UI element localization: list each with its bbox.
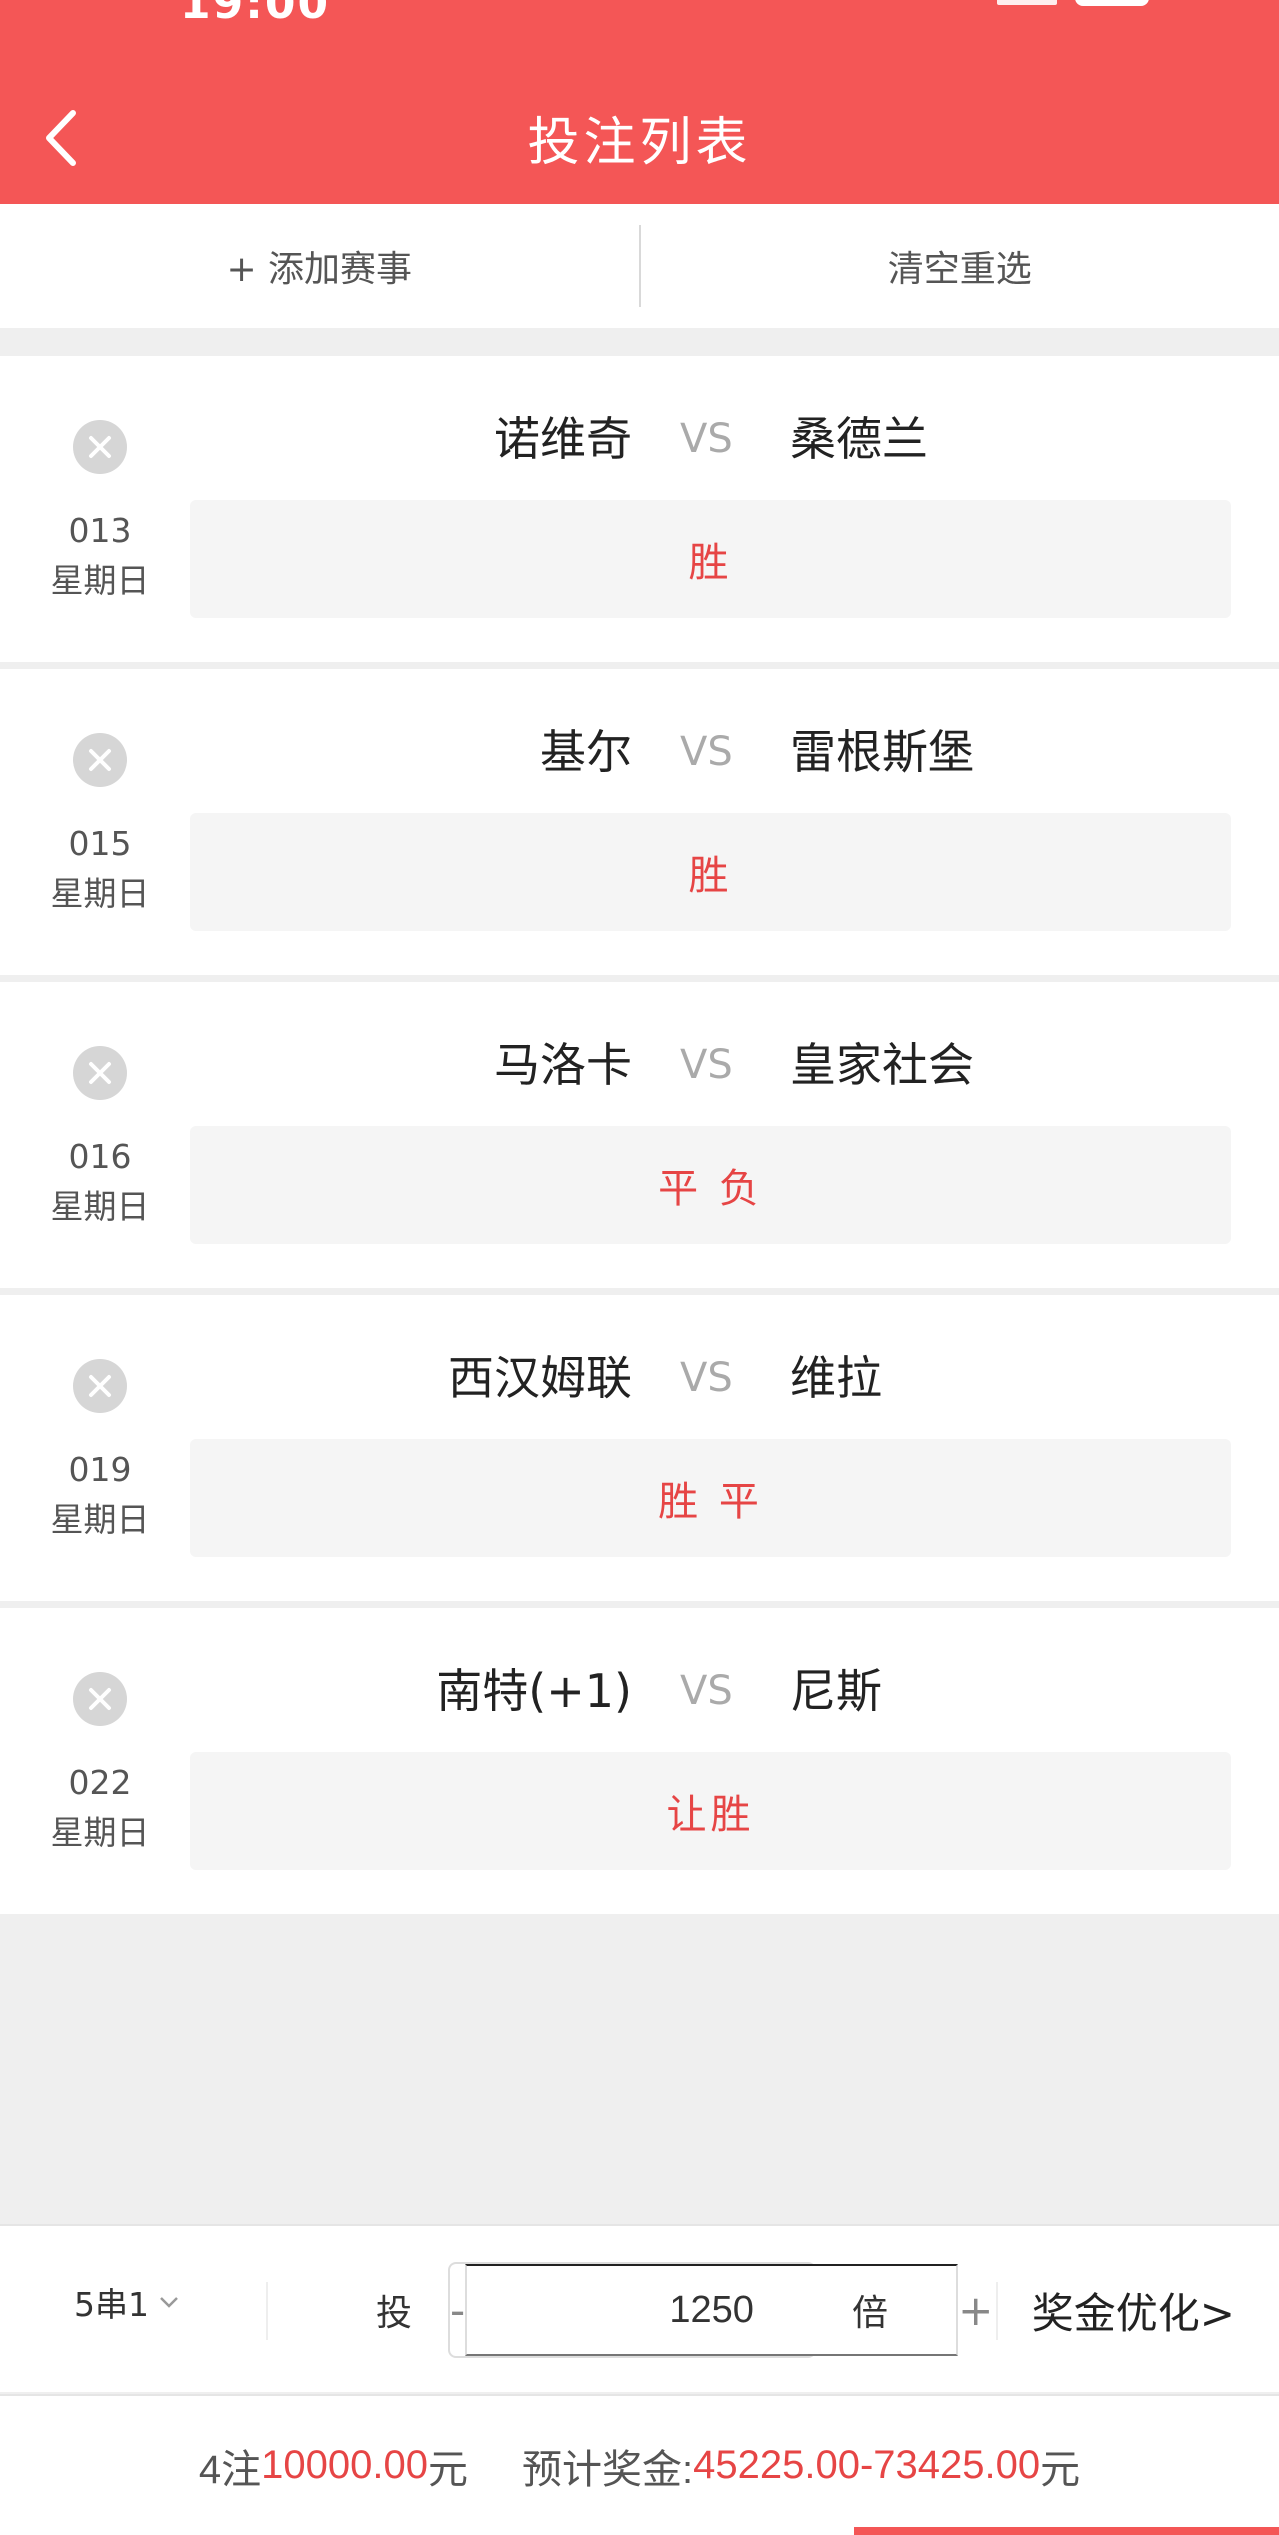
match-number: 016 [68,1137,132,1176]
clear-reselect-button[interactable]: 清空重选 [641,204,1279,328]
remove-match-button[interactable] [73,1672,127,1726]
bar-divider [996,2282,998,2340]
status-time: 19:00 [180,0,331,29]
match-number: 022 [68,1763,132,1802]
prize-range: 45225.00-73425.00 [693,2443,1041,2487]
match-number: 013 [68,511,132,550]
bet-amount: 10000.00 [261,2443,428,2487]
match-weekday: 星期日 [50,1187,150,1226]
signal-icon [997,0,1057,5]
away-team: 雷根斯堡 [790,725,974,779]
selected-pick[interactable]: 胜 [190,813,1231,931]
add-match-button[interactable]: + 添加赛事 [0,204,639,328]
prize-optimize-button[interactable]: 奖金优化> [1032,2280,1235,2341]
close-icon [89,436,111,458]
selected-pick[interactable]: 胜 平 [190,1439,1231,1557]
selected-pick[interactable]: 让胜 [190,1752,1231,1870]
match-weekday: 星期日 [50,1813,150,1852]
close-icon [89,749,111,771]
match-weekday: 星期日 [50,561,150,600]
page: 19:00 投注列表 + 添加赛事 清空重选 013 星期日 诺维奇 VS 桑德… [0,0,1279,2535]
toolbar: + 添加赛事 清空重选 [0,204,1279,328]
remove-match-button[interactable] [73,420,127,474]
match-card: 015 星期日 基尔 VS 雷根斯堡 胜 [0,669,1279,975]
bet-label: 投 [376,2293,413,2334]
page-title: 投注列表 [527,113,752,173]
close-icon [89,1062,111,1084]
vs-label: VS [680,1355,733,1401]
bet-summary: 4注 10000.00 元 预计奖金: 45225.00-73425.00 元 [0,2394,1279,2535]
remove-match-button[interactable] [73,733,127,787]
home-team: 西汉姆联 [448,1351,632,1405]
home-team: 马洛卡 [494,1038,632,1092]
match-list: 013 星期日 诺维奇 VS 桑德兰 胜 015 星期日 基尔 VS 雷根斯堡 … [0,356,1279,1921]
bar-divider [266,2282,268,2340]
header: 19:00 投注列表 [0,0,1279,204]
bet-settings-bar: 5串1 投 - + 倍 奖金优化> [0,2224,1279,2392]
close-icon [89,1375,111,1397]
match-card: 019 星期日 西汉姆联 VS 维拉 胜 平 [0,1295,1279,1601]
combo-selector[interactable]: 5串1 [74,2278,179,2326]
prize-unit: 元 [1040,2447,1081,2492]
decrease-button[interactable]: - [450,2264,465,2356]
combo-label: 5串1 [74,2285,149,2324]
times-label: 倍 [852,2293,889,2334]
battery-icon [1075,0,1149,6]
vs-label: VS [680,1668,733,1714]
vs-label: VS [680,729,733,775]
chevron-down-icon [160,2297,178,2308]
match-number: 015 [68,824,132,863]
vs-label: VS [680,416,733,462]
prize-label: 预计奖金: [521,2447,694,2492]
increase-button[interactable]: + [958,2264,993,2356]
away-team: 皇家社会 [790,1038,974,1092]
remove-match-button[interactable] [73,1046,127,1100]
match-card: 022 星期日 南特(+1) VS 尼斯 让胜 [0,1608,1279,1914]
vs-label: VS [680,1042,733,1088]
match-weekday: 星期日 [50,874,150,913]
away-team: 桑德兰 [790,412,928,466]
remove-match-button[interactable] [73,1359,127,1413]
away-team: 维拉 [790,1351,882,1405]
match-number: 019 [68,1450,132,1489]
match-weekday: 星期日 [50,1500,150,1539]
home-team: 诺维奇 [494,412,632,466]
amount-unit: 元 [427,2447,468,2492]
home-team: 基尔 [540,725,632,779]
bottom-accent-bar [854,2527,1279,2535]
match-card: 013 星期日 诺维奇 VS 桑德兰 胜 [0,356,1279,662]
selected-pick[interactable]: 胜 [190,500,1231,618]
multiplier-stepper: - + [448,2262,993,2358]
close-icon [89,1688,111,1710]
status-bar: 19:00 [0,0,1279,29]
away-team: 尼斯 [790,1664,882,1718]
match-card: 016 星期日 马洛卡 VS 皇家社会 平 负 [0,982,1279,1288]
selected-pick[interactable]: 平 负 [190,1126,1231,1244]
bet-count: 4注 [198,2447,262,2492]
home-team: 南特(+1) [436,1664,632,1718]
